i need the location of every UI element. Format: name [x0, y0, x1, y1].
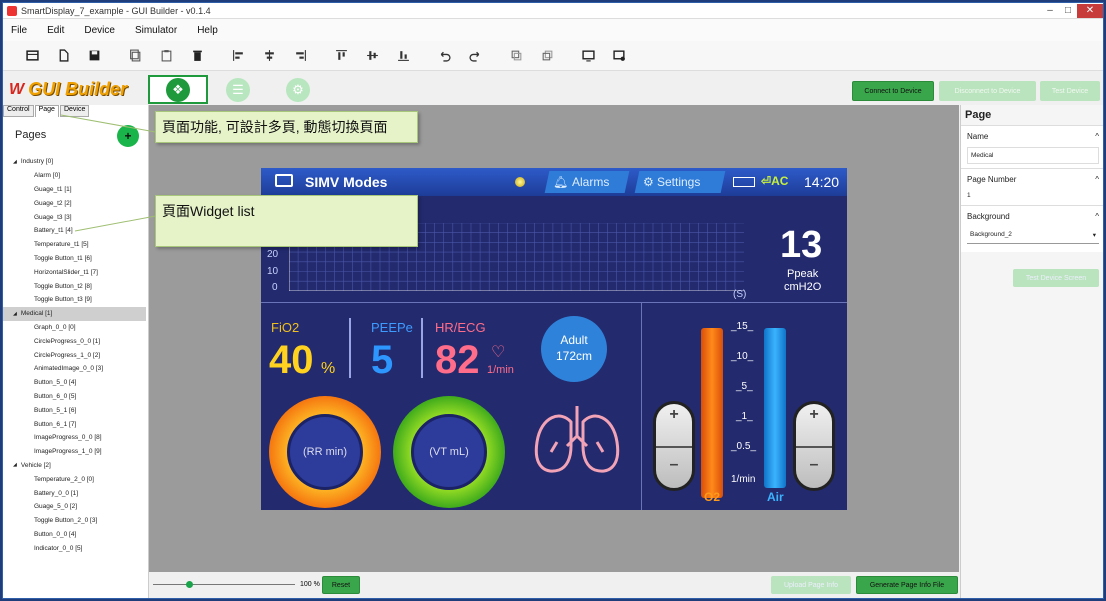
widget-list-callout: 頁面Widget list [155, 195, 418, 247]
page-feature-callout: 頁面功能, 可設計多頁, 動態切換頁面 [155, 111, 418, 143]
callout-connectors [60, 114, 162, 232]
app-window: SmartDisplay_7_example - GUI Builder - v… [2, 2, 1104, 599]
